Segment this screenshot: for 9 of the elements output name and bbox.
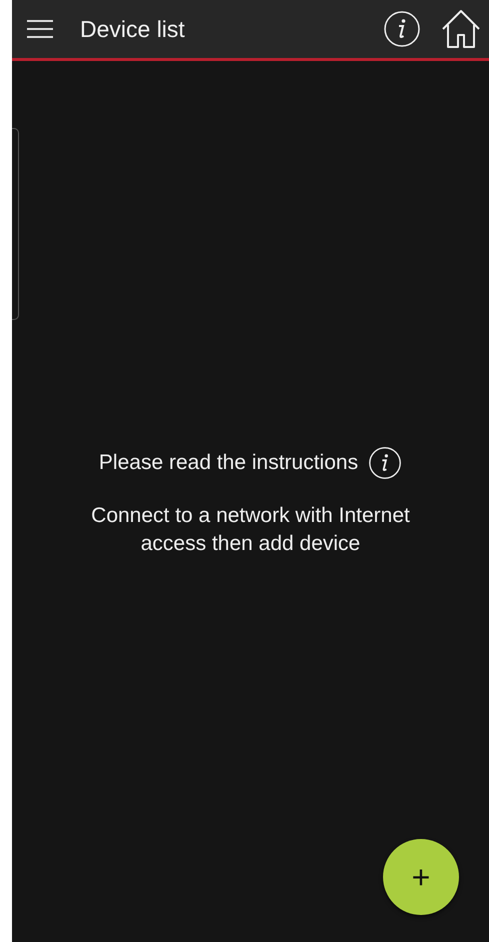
home-icon[interactable] xyxy=(441,9,481,49)
menu-icon[interactable] xyxy=(26,19,54,39)
app-bar-title: Device list xyxy=(80,16,186,42)
info-icon[interactable] xyxy=(383,10,421,48)
add-device-button[interactable]: + xyxy=(383,839,459,915)
drawer-handle[interactable] xyxy=(12,128,19,320)
instructions-text: Please read the instructions xyxy=(98,451,358,475)
empty-state-message: Connect to a network with Internet access then add device xyxy=(90,503,411,557)
info-icon[interactable] xyxy=(368,446,402,480)
